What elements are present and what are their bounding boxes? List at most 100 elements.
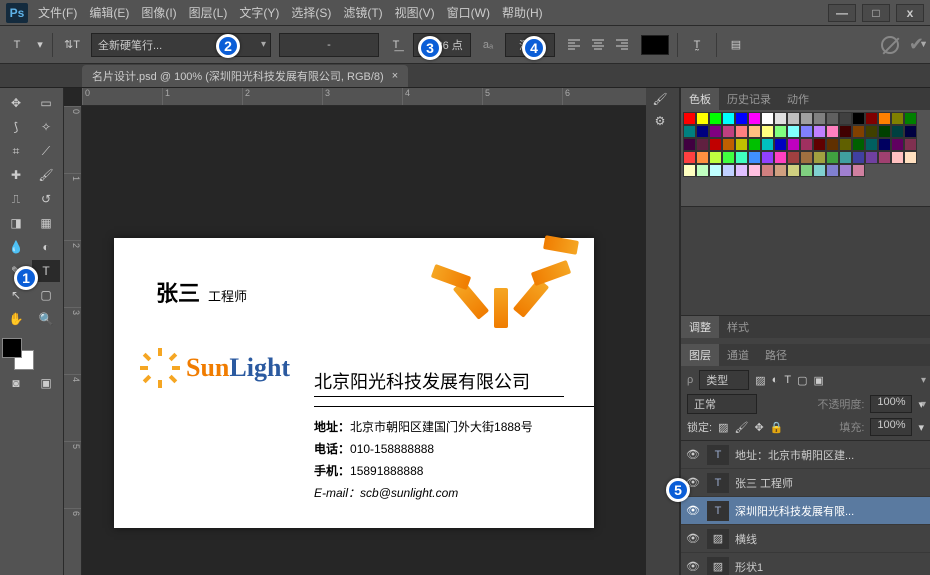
swatch[interactable] [735,125,748,138]
swatch[interactable] [748,112,761,125]
swatch[interactable] [761,125,774,138]
swatch[interactable] [878,125,891,138]
swatch[interactable] [735,164,748,177]
wand-tool[interactable]: ✧ [32,116,60,138]
menu-view[interactable]: 视图(V) [395,4,435,21]
swatch[interactable] [904,125,917,138]
heal-tool[interactable]: ✚ [2,164,30,186]
swatch[interactable] [748,125,761,138]
zoom-tool[interactable]: 🔍 [32,308,60,330]
visibility-toggle[interactable]: 👁 [685,532,701,545]
swatch[interactable] [735,138,748,151]
swatch[interactable] [774,112,787,125]
quickmask-button[interactable]: ◙ [2,372,30,394]
swatch[interactable] [839,164,852,177]
swatches-grid[interactable] [681,110,930,206]
menu-edit[interactable]: 编辑(E) [89,4,129,21]
swatch[interactable] [800,112,813,125]
tab-swatches[interactable]: 色板 [681,88,719,110]
maximize-button[interactable]: □ [862,4,890,22]
swatch[interactable] [813,112,826,125]
tab-adjustments[interactable]: 调整 [681,316,719,338]
swatch[interactable] [904,138,917,151]
lock-all-icon[interactable]: 🔒 [770,421,784,434]
lock-pixel-icon[interactable]: 🖌 [734,421,748,434]
swatch[interactable] [852,125,865,138]
opacity-input[interactable]: 100% [870,395,912,413]
visibility-toggle[interactable]: 👁 [685,504,701,517]
swatch[interactable] [761,151,774,164]
fill-input[interactable]: 100% [870,418,912,436]
swatch[interactable] [774,151,787,164]
swatch[interactable] [722,138,735,151]
align-left-button[interactable] [563,34,585,56]
swatch[interactable] [826,138,839,151]
swatch[interactable] [813,125,826,138]
swatch[interactable] [683,151,696,164]
swatch[interactable] [865,112,878,125]
document-tab[interactable]: 名片设计.psd @ 100% (深圳阳光科技发展有限公司, RGB/8) × [82,65,408,87]
swatch[interactable] [839,125,852,138]
align-right-button[interactable] [611,34,633,56]
tab-layers[interactable]: 图层 [681,344,719,366]
swatch[interactable] [839,151,852,164]
orientation-toggle[interactable]: ⇅T [61,33,83,57]
swatch[interactable] [709,151,722,164]
tab-history[interactable]: 历史记录 [719,88,779,110]
cancel-icon[interactable] [881,36,899,54]
color-picker[interactable] [2,338,34,370]
swatch[interactable] [787,164,800,177]
text-color-swatch[interactable] [641,35,669,55]
swatch[interactable] [826,151,839,164]
swatch[interactable] [696,112,709,125]
preset-dropdown-icon[interactable]: ▾ [36,33,44,57]
swatch[interactable] [748,151,761,164]
swatch[interactable] [826,164,839,177]
swatch[interactable] [683,138,696,151]
swatch[interactable] [761,112,774,125]
swatch[interactable] [735,112,748,125]
swatch[interactable] [709,138,722,151]
swatch[interactable] [813,138,826,151]
character-panel-button[interactable]: ▤ [725,33,747,57]
swatch[interactable] [696,125,709,138]
swatch[interactable] [878,151,891,164]
font-style-select[interactable]: - [279,33,379,57]
canvas-area[interactable]: 0123456 0123456 张三 工程师 SunLight [64,88,646,575]
canvas[interactable]: 张三 工程师 SunLight 北京阳光科技发展有限公司 地址：北京市朝阳区建国… [114,238,594,528]
document-tab-close[interactable]: × [392,70,398,82]
swatch[interactable] [800,164,813,177]
swatch[interactable] [839,138,852,151]
move-tool[interactable]: ✥ [2,92,30,114]
swatch[interactable] [787,112,800,125]
swatch[interactable] [839,112,852,125]
hand-tool[interactable]: ✋ [2,308,30,330]
swatch[interactable] [813,151,826,164]
swatch[interactable] [774,164,787,177]
tab-styles[interactable]: 样式 [719,316,757,338]
lasso-tool[interactable]: ⟆ [2,116,30,138]
layer-filter-kind[interactable]: 类型 [699,370,749,390]
swatch[interactable] [787,151,800,164]
swatch[interactable] [904,112,917,125]
swatch[interactable] [800,151,813,164]
swatch[interactable] [761,138,774,151]
swatch[interactable] [891,125,904,138]
stamp-tool[interactable]: ⎍ [2,188,30,210]
swatch[interactable] [683,164,696,177]
menu-file[interactable]: 文件(F) [38,4,77,21]
swatch[interactable] [748,138,761,151]
lock-trans-icon[interactable]: ▨ [718,421,728,434]
menu-select[interactable]: 选择(S) [291,4,331,21]
swatch[interactable] [865,151,878,164]
dodge-tool[interactable]: ◐ [32,236,60,258]
font-family-select[interactable]: 全新硬笔行... [91,33,271,57]
menu-filter[interactable]: 滤镜(T) [343,4,382,21]
swatch[interactable] [683,125,696,138]
menu-help[interactable]: 帮助(H) [502,4,543,21]
layer-row[interactable]: 👁T张三 工程师 [681,469,930,497]
align-center-button[interactable] [587,34,609,56]
swatch[interactable] [865,138,878,151]
swatch[interactable] [722,164,735,177]
warp-text-button[interactable]: T̰ [686,33,708,57]
